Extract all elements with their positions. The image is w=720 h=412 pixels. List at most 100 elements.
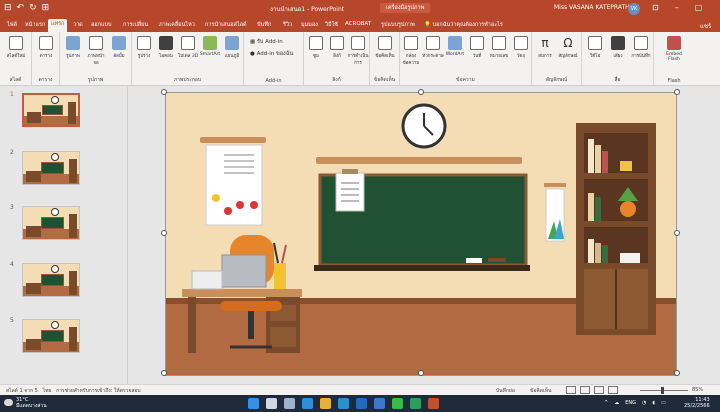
tab-review[interactable]: รีวิว (280, 20, 295, 30)
date-time-button[interactable]: วันที่ (466, 36, 488, 59)
tab-help[interactable]: วิธีใช้ (322, 20, 341, 30)
slideshow-icon[interactable] (608, 386, 618, 394)
chrome-icon[interactable] (320, 398, 331, 409)
resize-handle-bottom-right[interactable] (674, 370, 680, 376)
album-button[interactable]: อัลบั้ม (108, 36, 130, 59)
save-icon[interactable]: ⊟ (4, 3, 12, 13)
pictures-button[interactable]: รูปภาพ (62, 36, 84, 59)
maximize-icon[interactable]: ▢ (695, 3, 703, 12)
comment-button[interactable]: ข้อคิดเห็น (374, 36, 396, 59)
resize-handle-bottom-left[interactable] (161, 370, 167, 376)
task-view-icon[interactable] (284, 398, 295, 409)
tab-picture-format[interactable]: รูปแบบรูปภาพ (378, 20, 418, 30)
resize-handle-bottom[interactable] (418, 370, 424, 376)
video-button[interactable]: วิดีโอ (584, 36, 606, 59)
photos-icon[interactable] (428, 398, 439, 409)
slide-thumbnails-panel[interactable]: 1 2 3 4 5 (0, 87, 128, 384)
resize-handle-right[interactable] (674, 230, 680, 236)
slide-thumbnail-2[interactable] (22, 151, 80, 185)
equation-button[interactable]: π สมการ (534, 36, 556, 59)
slide-thumbnail-1[interactable] (22, 93, 80, 127)
wifi-icon[interactable]: ◔ (642, 400, 646, 406)
windows-icon[interactable] (248, 398, 259, 409)
tab-record[interactable]: บันทึก (254, 20, 274, 30)
action-button[interactable]: การดำเนินการ (347, 36, 369, 66)
slide-thumbnail-3[interactable] (22, 206, 80, 240)
reading-view-icon[interactable] (594, 386, 604, 394)
weather-widget[interactable]: 31°C มีแดดบางส่วน (16, 397, 47, 409)
tab-transitions[interactable]: การเปลี่ยน (120, 20, 151, 30)
smartart-button[interactable]: SmartArt (199, 36, 221, 57)
redo-icon[interactable]: ↻ (29, 3, 37, 13)
weather-icon[interactable] (4, 399, 13, 406)
embed-flash-button[interactable]: Embed Flash (663, 36, 685, 62)
language-indicator[interactable]: ไทย (43, 388, 52, 394)
slide-sorter-icon[interactable] (580, 386, 590, 394)
header-footer-button[interactable]: หัวกระดาษ (422, 36, 444, 59)
cloud-icon[interactable]: ☁ (614, 400, 619, 406)
resize-handle-top[interactable] (418, 89, 424, 95)
undo-icon[interactable]: ↶ (17, 3, 25, 13)
slide-editor[interactable] (128, 87, 720, 384)
minimize-icon[interactable]: – (675, 3, 679, 12)
tab-file[interactable]: ไฟล์ (4, 20, 20, 30)
zoom-slider-thumb[interactable] (660, 387, 664, 394)
table-button[interactable]: ตาราง (35, 36, 57, 59)
model-3d-button[interactable]: โมเดล 3D (177, 36, 199, 59)
screen-recording-button[interactable]: การบันทึก (630, 36, 652, 59)
user-name[interactable]: Miss VASANA KATEPRATHUM (554, 4, 639, 11)
tab-animations[interactable]: ภาพเคลื่อนไหว (156, 20, 198, 30)
volume-icon[interactable]: ◖ (652, 400, 655, 406)
avatar[interactable]: VK (628, 3, 640, 15)
resize-handle-top-left[interactable] (161, 89, 167, 95)
tab-acrobat[interactable]: ACROBAT (342, 20, 374, 28)
comments-button[interactable]: ข้อคิดเห็น (530, 387, 551, 395)
search-icon[interactable] (266, 398, 277, 409)
meet-icon[interactable] (410, 398, 421, 409)
notes-button[interactable]: บันทึกย่อ (496, 387, 515, 395)
chevron-up-icon[interactable]: ^ (604, 400, 608, 406)
start-from-beginning-icon[interactable]: ⊞ (42, 3, 50, 13)
slide-thumbnail-4[interactable] (22, 263, 80, 297)
slide-canvas[interactable] (165, 92, 677, 376)
wordart-button[interactable]: WordArt (444, 36, 466, 57)
tab-design[interactable]: ออกแบบ (88, 20, 114, 30)
audio-button[interactable]: เสียง (607, 36, 629, 59)
object-button[interactable]: วัตถุ (510, 36, 532, 59)
get-addins-button[interactable]: ▦ รับ Add-in (250, 38, 283, 46)
line-icon[interactable] (392, 398, 403, 409)
battery-icon[interactable]: ▭ (661, 400, 666, 406)
symbol-button[interactable]: Ω สัญลักษณ์ (557, 36, 579, 59)
tab-draw[interactable]: วาด (70, 20, 86, 30)
tell-me-search[interactable]: 💡 บอกฉันว่าคุณต้องการทำอะไร (424, 21, 503, 29)
resize-handle-left[interactable] (161, 230, 167, 236)
ribbon-display-icon[interactable]: ⊡ (652, 3, 659, 12)
new-slide-button[interactable]: สไลด์ใหม่ (5, 36, 27, 59)
zoom-slider[interactable] (640, 390, 688, 391)
tab-home[interactable]: หน้าแรก (22, 20, 48, 30)
tab-insert[interactable]: แทรก (48, 19, 68, 32)
taskbar-clock[interactable]: 11:43 25/2/2566 (684, 397, 710, 409)
resize-handle-top-right[interactable] (674, 89, 680, 95)
mail-icon[interactable] (374, 398, 385, 409)
classroom-illustration[interactable] (166, 93, 677, 376)
zoom-level[interactable]: 85% (692, 387, 703, 393)
tab-view[interactable]: มุมมอง (298, 20, 321, 30)
input-language[interactable]: ENG (625, 400, 636, 406)
my-addins-button[interactable]: ● Add-in ของฉัน (250, 50, 293, 58)
slide-thumbnail-5[interactable] (22, 319, 80, 353)
chart-button[interactable]: แผนภูมิ (221, 36, 243, 59)
store-icon[interactable] (338, 398, 349, 409)
textbox-button[interactable]: กล่องข้อความ (400, 36, 422, 66)
accessibility-status[interactable]: การช่วยสำหรับการเข้าถึง: ให้ตรวจสอบ (56, 388, 141, 394)
share-button[interactable]: แชร์ (700, 21, 711, 31)
normal-view-icon[interactable] (566, 386, 576, 394)
shapes-button[interactable]: รูปร่าง (133, 36, 155, 59)
screenshot-button[interactable]: ภาพหน้าจอ (85, 36, 107, 66)
link-button[interactable]: ลิงก์ (326, 36, 348, 59)
edge-icon[interactable] (302, 398, 313, 409)
slide-number-button[interactable]: หมายเลข (488, 36, 510, 59)
outlook-icon[interactable] (356, 398, 367, 409)
tab-slideshow[interactable]: การนำเสนอสไลด์ (202, 20, 250, 30)
icons-button[interactable]: ไอคอน (155, 36, 177, 59)
